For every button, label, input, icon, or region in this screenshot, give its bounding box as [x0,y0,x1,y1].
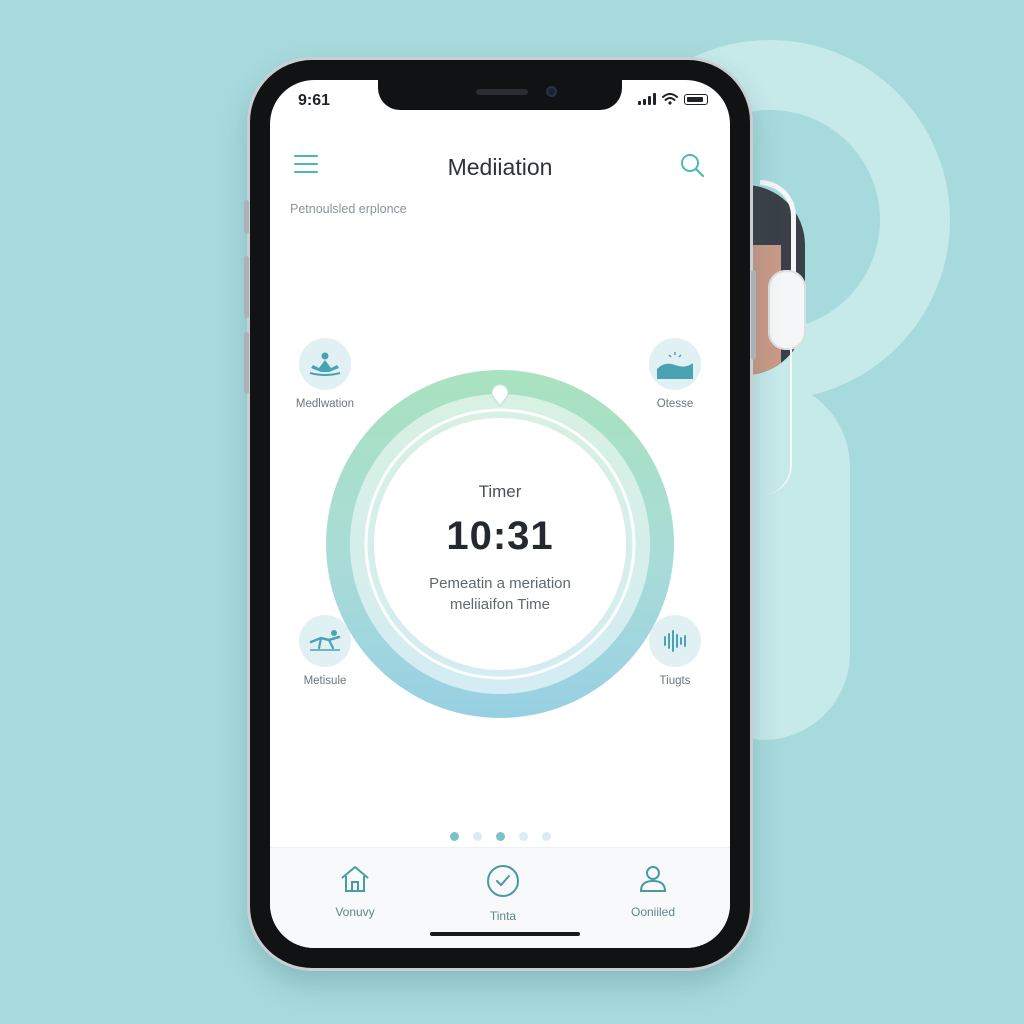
search-icon[interactable] [678,151,706,179]
timer-dial[interactable]: Timer 10:31 Pemeatin a meriation meliiai… [326,370,674,718]
phone-frame: 9:61 Mediiation Petnoulsled erplonce Med… [244,60,756,968]
page-indicator [270,832,730,841]
clock-icon [487,865,519,897]
volume-down-button [244,332,249,394]
battery-icon [684,94,708,105]
timer-description: Pemeatin a meriation meliiaifon Time [429,573,571,615]
power-button [751,270,756,360]
tab-label: Vonuvy [335,905,375,919]
page-dot[interactable] [449,832,459,841]
volume-up-button [244,256,249,318]
headphone-cable [762,345,792,495]
page-dot[interactable] [518,832,528,841]
timer-value: 10:31 [446,513,554,558]
home-icon [341,866,369,892]
notch [378,80,622,110]
timer-content: Timer 10:31 Pemeatin a meriation meliiai… [326,370,674,718]
speaker-grille [476,89,528,95]
status-time: 9:61 [298,92,331,109]
subtitle-text: Petnoulsled erplonce [290,202,407,216]
front-camera [546,86,557,97]
timer-description-line2: meliiaifon Time [449,595,551,613]
tab-home[interactable]: Vonuvy [300,864,410,919]
timer-description-line1: Pemeatin a meriation [429,574,571,592]
cellular-signal-icon [638,93,656,105]
user-icon [639,866,667,892]
timer-label: Timer [478,481,522,501]
page-title: Mediiation [447,154,553,180]
page-dot[interactable] [495,832,505,841]
tab-profile[interactable]: Ooniiled [598,864,708,919]
tab-label: Tinta [489,909,517,923]
mute-switch [244,200,249,234]
home-indicator[interactable] [430,932,580,936]
tab-label: Ooniiled [630,905,676,919]
page-dot[interactable] [541,832,551,841]
page-dot[interactable] [472,832,482,841]
app-header: Mediiation [270,142,730,192]
app-screen: 9:61 Mediiation Petnoulsled erplonce Med… [270,80,730,948]
status-icons [638,93,708,105]
tab-timer[interactable]: Tinta [448,864,558,923]
bottom-tab-bar: Vonuvy Tinta Ooniiled [270,847,730,948]
headphone-icon [768,270,806,350]
wifi-icon [662,93,678,105]
